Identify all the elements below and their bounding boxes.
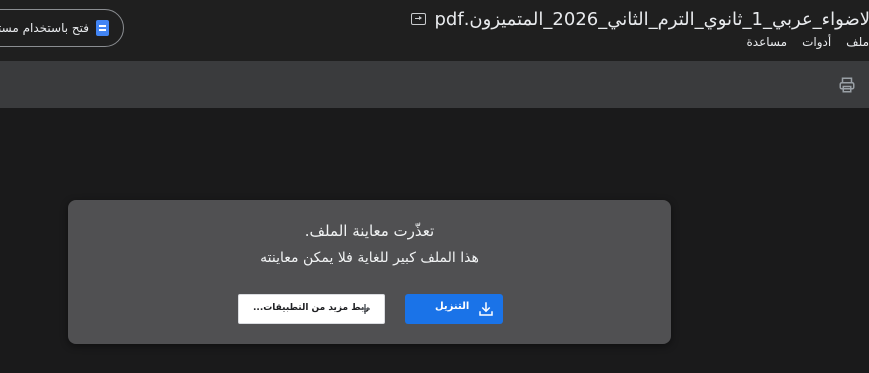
move-file-icon[interactable] (411, 13, 427, 25)
docs-icon (96, 20, 109, 36)
print-icon[interactable] (838, 76, 856, 94)
file-title-row: الاضواء_عربي_1_ثانوي_الترم_الثاني_2026_ا… (411, 7, 869, 31)
download-button[interactable]: التنزيل (405, 294, 503, 324)
menu-bar: ملف أدوات مساعدة (747, 35, 869, 53)
drive-preview-page: فتح باستخدام مستندات Google الاضواء_عربي… (0, 0, 869, 373)
preview-error-dialog: تعذّرت معاينة الملف. هذا الملف كبير للغا… (68, 200, 671, 344)
dialog-message: هذا الملف كبير للغاية فلا يمكن معاينته (260, 250, 479, 266)
header-bar: فتح باستخدام مستندات Google الاضواء_عربي… (0, 0, 869, 61)
connect-label: ربط مزيد من التطبيقات... (253, 303, 370, 313)
download-icon (477, 300, 495, 318)
connect-more-apps-button[interactable]: ربط مزيد من التطبيقات... (238, 294, 385, 324)
open-with-docs-button[interactable]: فتح باستخدام مستندات Google (0, 9, 124, 47)
file-title[interactable]: الاضواء_عربي_1_ثانوي_الترم_الثاني_2026_ا… (434, 9, 869, 30)
viewer-toolbar (0, 61, 869, 108)
download-label: التنزيل (435, 301, 470, 312)
open-with-label: فتح باستخدام مستندات Google (0, 21, 89, 35)
menu-help[interactable]: مساعدة (747, 35, 788, 53)
plus-icon (359, 303, 371, 315)
dialog-title: تعذّرت معاينة الملف. (304, 222, 435, 240)
menu-file[interactable]: ملف (846, 35, 869, 53)
menu-tools[interactable]: أدوات (802, 35, 831, 53)
